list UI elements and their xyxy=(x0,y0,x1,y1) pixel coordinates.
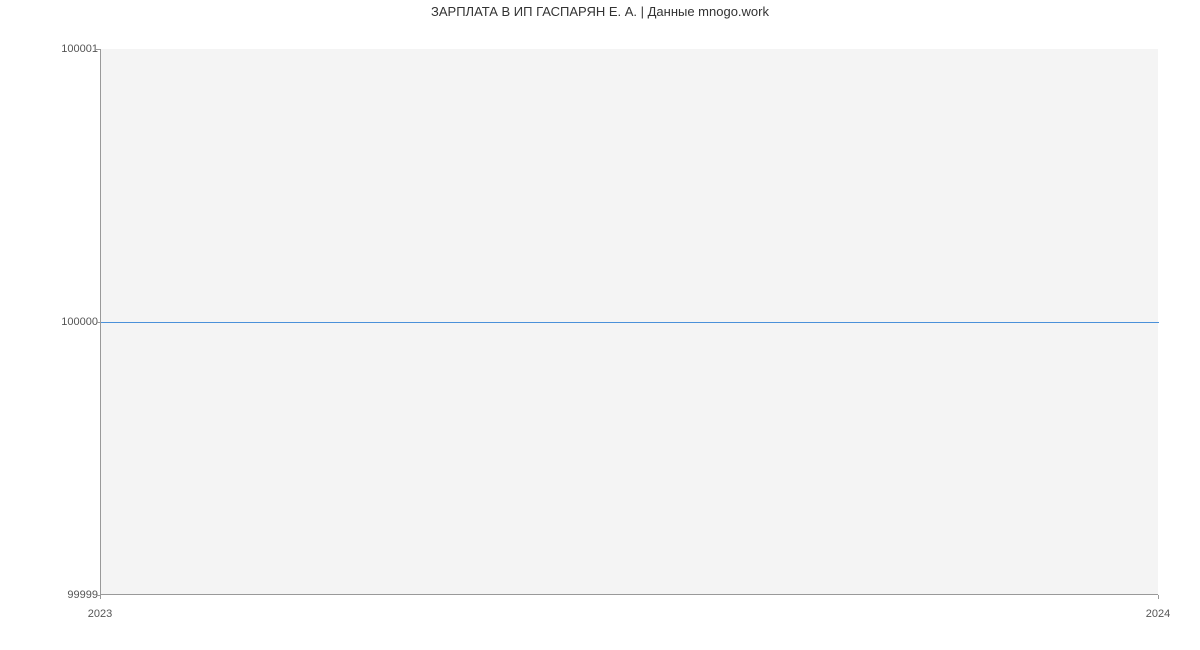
y-tick-mark xyxy=(96,49,100,50)
x-tick-mark xyxy=(1158,595,1159,599)
y-tick-label: 100001 xyxy=(61,43,98,55)
y-tick-label: 99999 xyxy=(67,589,98,601)
x-tick-label: 2024 xyxy=(1146,608,1170,620)
chart-title: ЗАРПЛАТА В ИП ГАСПАРЯН Е. А. | Данные mn… xyxy=(0,4,1200,19)
data-line xyxy=(101,322,1159,323)
plot-area xyxy=(100,49,1158,595)
x-tick-mark xyxy=(100,595,101,599)
x-tick-label: 2023 xyxy=(88,608,112,620)
chart-container: ЗАРПЛАТА В ИП ГАСПАРЯН Е. А. | Данные mn… xyxy=(0,0,1200,650)
y-tick-label: 100000 xyxy=(61,316,98,328)
y-tick-mark xyxy=(96,322,100,323)
